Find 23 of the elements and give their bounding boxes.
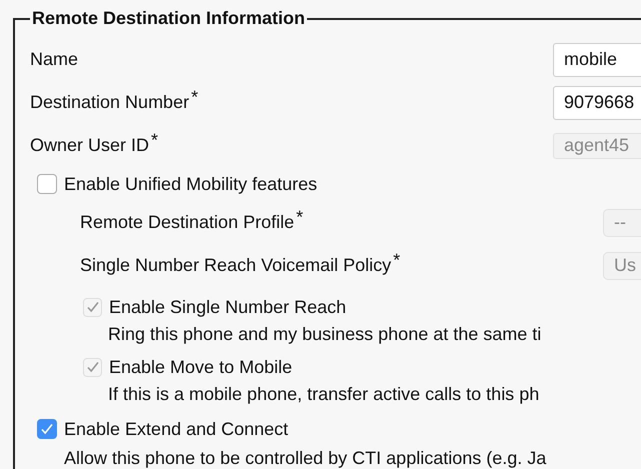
description-text: If this is a mobile phone, transfer active calls to this ph <box>108 384 540 404</box>
field-label: Name <box>30 49 78 70</box>
checkbox[interactable] <box>37 174 57 194</box>
check-icon <box>40 422 54 436</box>
checkbox[interactable] <box>37 419 57 439</box>
description-text: Ring this phone and my business phone at the same ti <box>108 324 542 344</box>
required-mark: * <box>191 87 198 108</box>
field-label: Destination Number <box>30 92 190 113</box>
required-mark: * <box>393 250 400 271</box>
required-mark: * <box>296 207 304 228</box>
check-icon <box>86 300 100 314</box>
checkbox-label: Enable Unified Mobility features <box>64 174 318 194</box>
field-label: Owner User ID <box>30 135 150 156</box>
checkbox-label: Enable Single Number Reach <box>109 296 346 318</box>
checkbox-label: Enable Extend and Connect <box>64 418 288 440</box>
field-label: Single Number Reach Voicemail Policy <box>80 255 392 276</box>
check-icon <box>86 360 100 374</box>
description-text: Allow this phone to be controlled by CTI applications (e.g. Ja <box>64 448 546 468</box>
field-label: Remote Destination Profile <box>80 212 294 233</box>
text-field[interactable]: 9079668 <box>553 86 641 120</box>
text-field[interactable]: mobile <box>553 42 641 76</box>
checkbox-label: Enable Move to Mobile <box>109 356 292 378</box>
required-mark: * <box>151 130 158 151</box>
